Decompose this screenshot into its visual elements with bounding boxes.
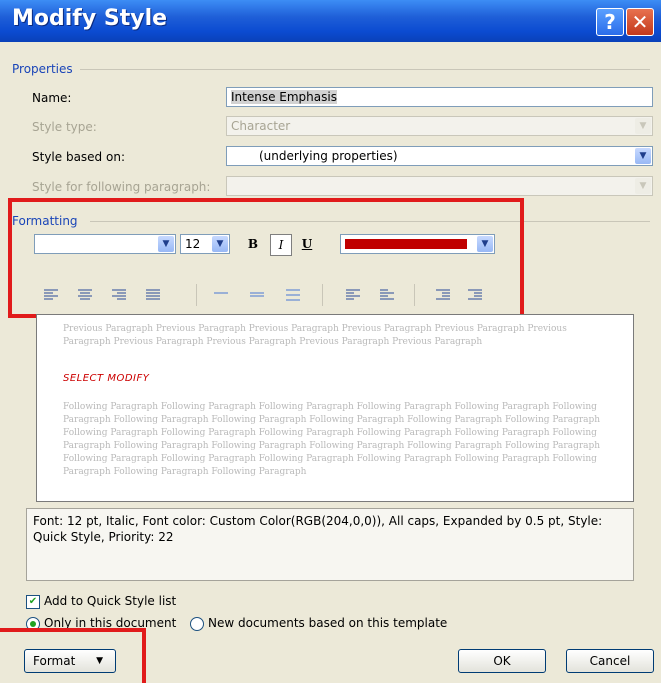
chevron-down-icon: ▼	[635, 178, 651, 194]
sample-text: SELECT MODIFY	[63, 373, 150, 384]
dialog-title: Modify Style	[12, 6, 168, 31]
style-description: Font: 12 pt, Italic, Font color: Custom …	[26, 508, 634, 581]
chevron-down-icon: ▼	[635, 148, 651, 164]
format-highlight-box	[0, 628, 146, 683]
style-type-value: Character	[231, 119, 291, 133]
properties-group-label: Properties	[12, 62, 73, 76]
title-bar: Modify Style ? ✕	[0, 0, 661, 42]
chevron-down-icon: ▼	[635, 118, 651, 134]
style-based-on-value: (underlying properties)	[259, 149, 398, 163]
previous-paragraph-text: Previous Paragraph Previous Paragraph Pr…	[63, 324, 567, 347]
following-paragraph-dropdown[interactable]: ▼	[226, 176, 653, 196]
name-field[interactable]: Intense Emphasis	[226, 87, 653, 107]
style-type-label: Style type:	[32, 120, 97, 134]
help-button[interactable]: ?	[596, 8, 624, 36]
name-label: Name:	[32, 91, 72, 105]
style-type-dropdown[interactable]: Character ▼	[226, 116, 653, 136]
cancel-button[interactable]: Cancel	[566, 649, 654, 673]
formatting-highlight-box	[8, 198, 524, 318]
name-value: Intense Emphasis	[231, 90, 337, 104]
style-based-on-dropdown[interactable]: (underlying properties) ▼	[226, 146, 653, 166]
new-documents-label: New documents based on this template	[208, 616, 448, 630]
add-quick-style-label: Add to Quick Style list	[44, 594, 177, 608]
new-documents-radio[interactable]	[190, 617, 204, 631]
close-button[interactable]: ✕	[626, 8, 654, 36]
ok-button[interactable]: OK	[458, 649, 546, 673]
following-paragraph-text: Following Paragraph Following Paragraph …	[63, 402, 601, 477]
following-paragraph-label: Style for following paragraph:	[32, 180, 211, 194]
add-quick-style-checkbox[interactable]: ✔	[26, 595, 40, 609]
properties-divider	[80, 69, 650, 70]
style-based-on-label: Style based on:	[32, 150, 125, 164]
preview-pane: Previous Paragraph Previous Paragraph Pr…	[36, 314, 634, 502]
modify-style-dialog: Modify Style ? ✕ Properties Name: Intens…	[0, 0, 661, 683]
